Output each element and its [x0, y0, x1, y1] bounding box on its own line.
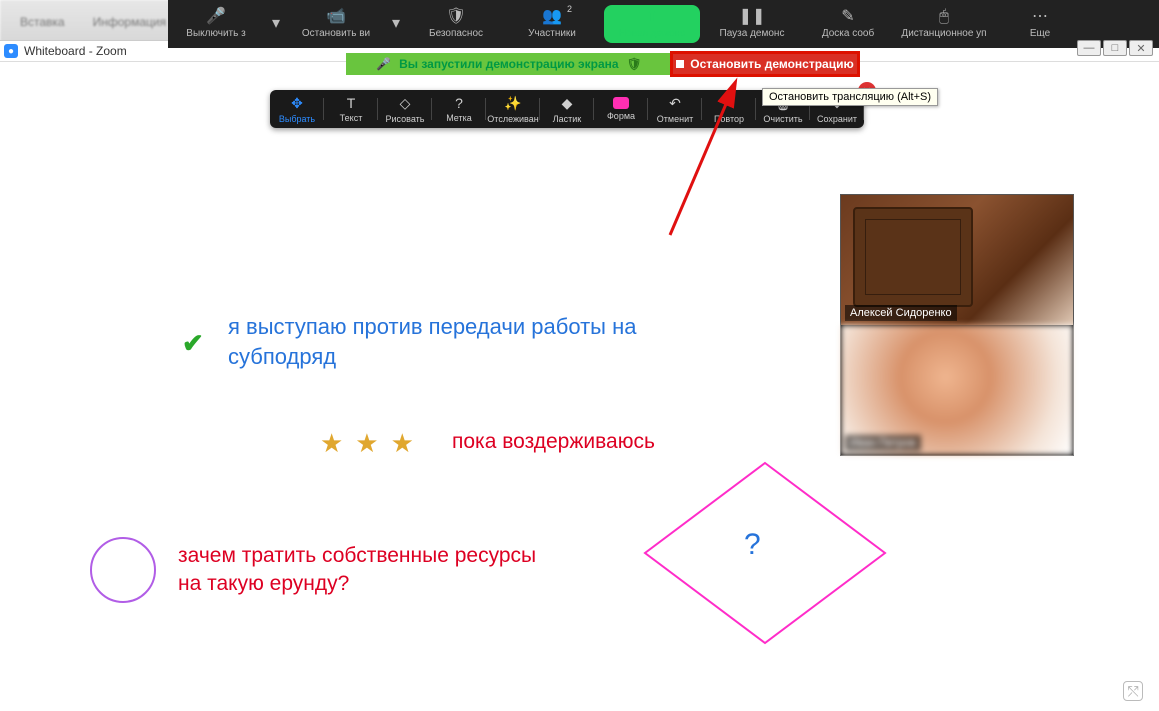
diamond-shape	[640, 458, 890, 648]
stop-icon	[676, 60, 684, 68]
mic-icon: 🎤	[376, 57, 391, 71]
stop-share-button[interactable]: Остановить демонстрацию	[672, 53, 858, 75]
zoom-meeting-toolbar: 🎤Выключить з▾📹Остановить ви▾🛡Безопаснос👥…	[168, 0, 1159, 48]
question-mark-text: ?	[744, 528, 761, 562]
participants-button-icon: 👥	[542, 9, 562, 25]
screen-share-status-bar: 🎤 Вы запустили демонстрацию экрана 🛡 Ост…	[346, 53, 858, 75]
star-stamps: ★★★	[320, 428, 426, 459]
eraser-tool-icon: ◆	[562, 95, 573, 112]
stamp-tool-icon: ?	[455, 95, 463, 111]
stop-video-button[interactable]: 📹Остановить ви	[288, 0, 384, 48]
close-button[interactable]: ✕	[1129, 40, 1153, 56]
mute-audio-button[interactable]: 🎤Выключить з	[168, 0, 264, 48]
text-tool-icon: T	[347, 95, 356, 111]
participants-video-panel[interactable]: Алексей Сидоренко Иван Петров	[840, 194, 1074, 456]
select-tool-icon: ✥	[291, 95, 303, 112]
video-menu-chevron[interactable]: ▾	[384, 0, 408, 48]
remote-control-button-icon: 🖱	[939, 9, 949, 25]
participant-video-1[interactable]: Алексей Сидоренко	[841, 195, 1073, 325]
whiteboard-button[interactable]: ✎Доска сооб	[800, 0, 896, 48]
shield-icon: 🛡	[627, 57, 642, 71]
share-status-message: 🎤 Вы запустили демонстрацию экрана 🛡	[346, 53, 672, 75]
window-title: Whiteboard - Zoom	[24, 44, 127, 58]
text-tool[interactable]: TТекст	[324, 90, 378, 128]
pause-share-button[interactable]: ❚❚Пауза демонс	[704, 0, 800, 48]
spotlight-tool-icon: ✨	[504, 95, 521, 112]
eraser-tool[interactable]: ◆Ластик	[540, 90, 594, 128]
participants-button[interactable]: 👥Участники	[504, 0, 600, 48]
circle-shape	[90, 537, 156, 603]
draw-tool-icon: ◇	[400, 95, 411, 112]
participant-name-1: Алексей Сидоренко	[845, 305, 957, 321]
audio-menu-chevron[interactable]: ▾	[264, 0, 288, 48]
stop-share-tooltip: Остановить трансляцию (Alt+S)	[762, 88, 938, 106]
select-tool[interactable]: ✥Выбрать	[270, 90, 324, 128]
spotlight-tool[interactable]: ✨Отслеживан	[486, 90, 540, 128]
whiteboard-text-2: пока воздерживаюсь	[452, 430, 655, 454]
format-tool-icon	[613, 97, 629, 109]
more-button[interactable]: ⋯Еще	[992, 0, 1088, 48]
whiteboard-text-3: зачем тратить собственные ресурсы на так…	[178, 542, 538, 599]
whiteboard-button-icon: ✎	[841, 9, 854, 25]
minimize-button[interactable]: —	[1077, 40, 1101, 56]
participant-video-2[interactable]: Иван Петров	[841, 325, 1073, 455]
remote-control-button[interactable]: 🖱Дистанционное уп	[896, 0, 992, 48]
instruction-arrow	[650, 75, 760, 245]
video-menu-chevron-icon: ▾	[392, 16, 400, 32]
zoom-app-icon: ●	[4, 44, 18, 58]
stop-video-button-icon: 📹	[326, 9, 346, 25]
security-button[interactable]: 🛡Безопаснос	[408, 0, 504, 48]
new-share-button-icon: ⬆	[645, 9, 658, 25]
add-annotation-button[interactable]: ⤲	[1123, 681, 1143, 701]
more-button-icon: ⋯	[1032, 9, 1048, 25]
draw-tool[interactable]: ◇Рисовать	[378, 90, 432, 128]
mute-audio-button-icon: 🎤	[206, 9, 226, 25]
window-controls: — □ ✕	[1077, 40, 1153, 56]
audio-menu-chevron-icon: ▾	[272, 16, 280, 32]
checkmark-stamp: ✔	[182, 328, 204, 359]
participant-name-2: Иван Петров	[845, 435, 921, 451]
pause-share-button-icon: ❚❚	[739, 9, 766, 25]
maximize-button[interactable]: □	[1103, 40, 1127, 56]
whiteboard-text-1: я выступаю против передачи работы на суб…	[228, 312, 748, 371]
format-tool[interactable]: Форма	[594, 90, 648, 128]
stamp-tool[interactable]: ?Метка	[432, 90, 486, 128]
new-share-button[interactable]: ⬆Новая демонс	[604, 5, 700, 43]
security-button-icon: 🛡	[446, 9, 466, 25]
